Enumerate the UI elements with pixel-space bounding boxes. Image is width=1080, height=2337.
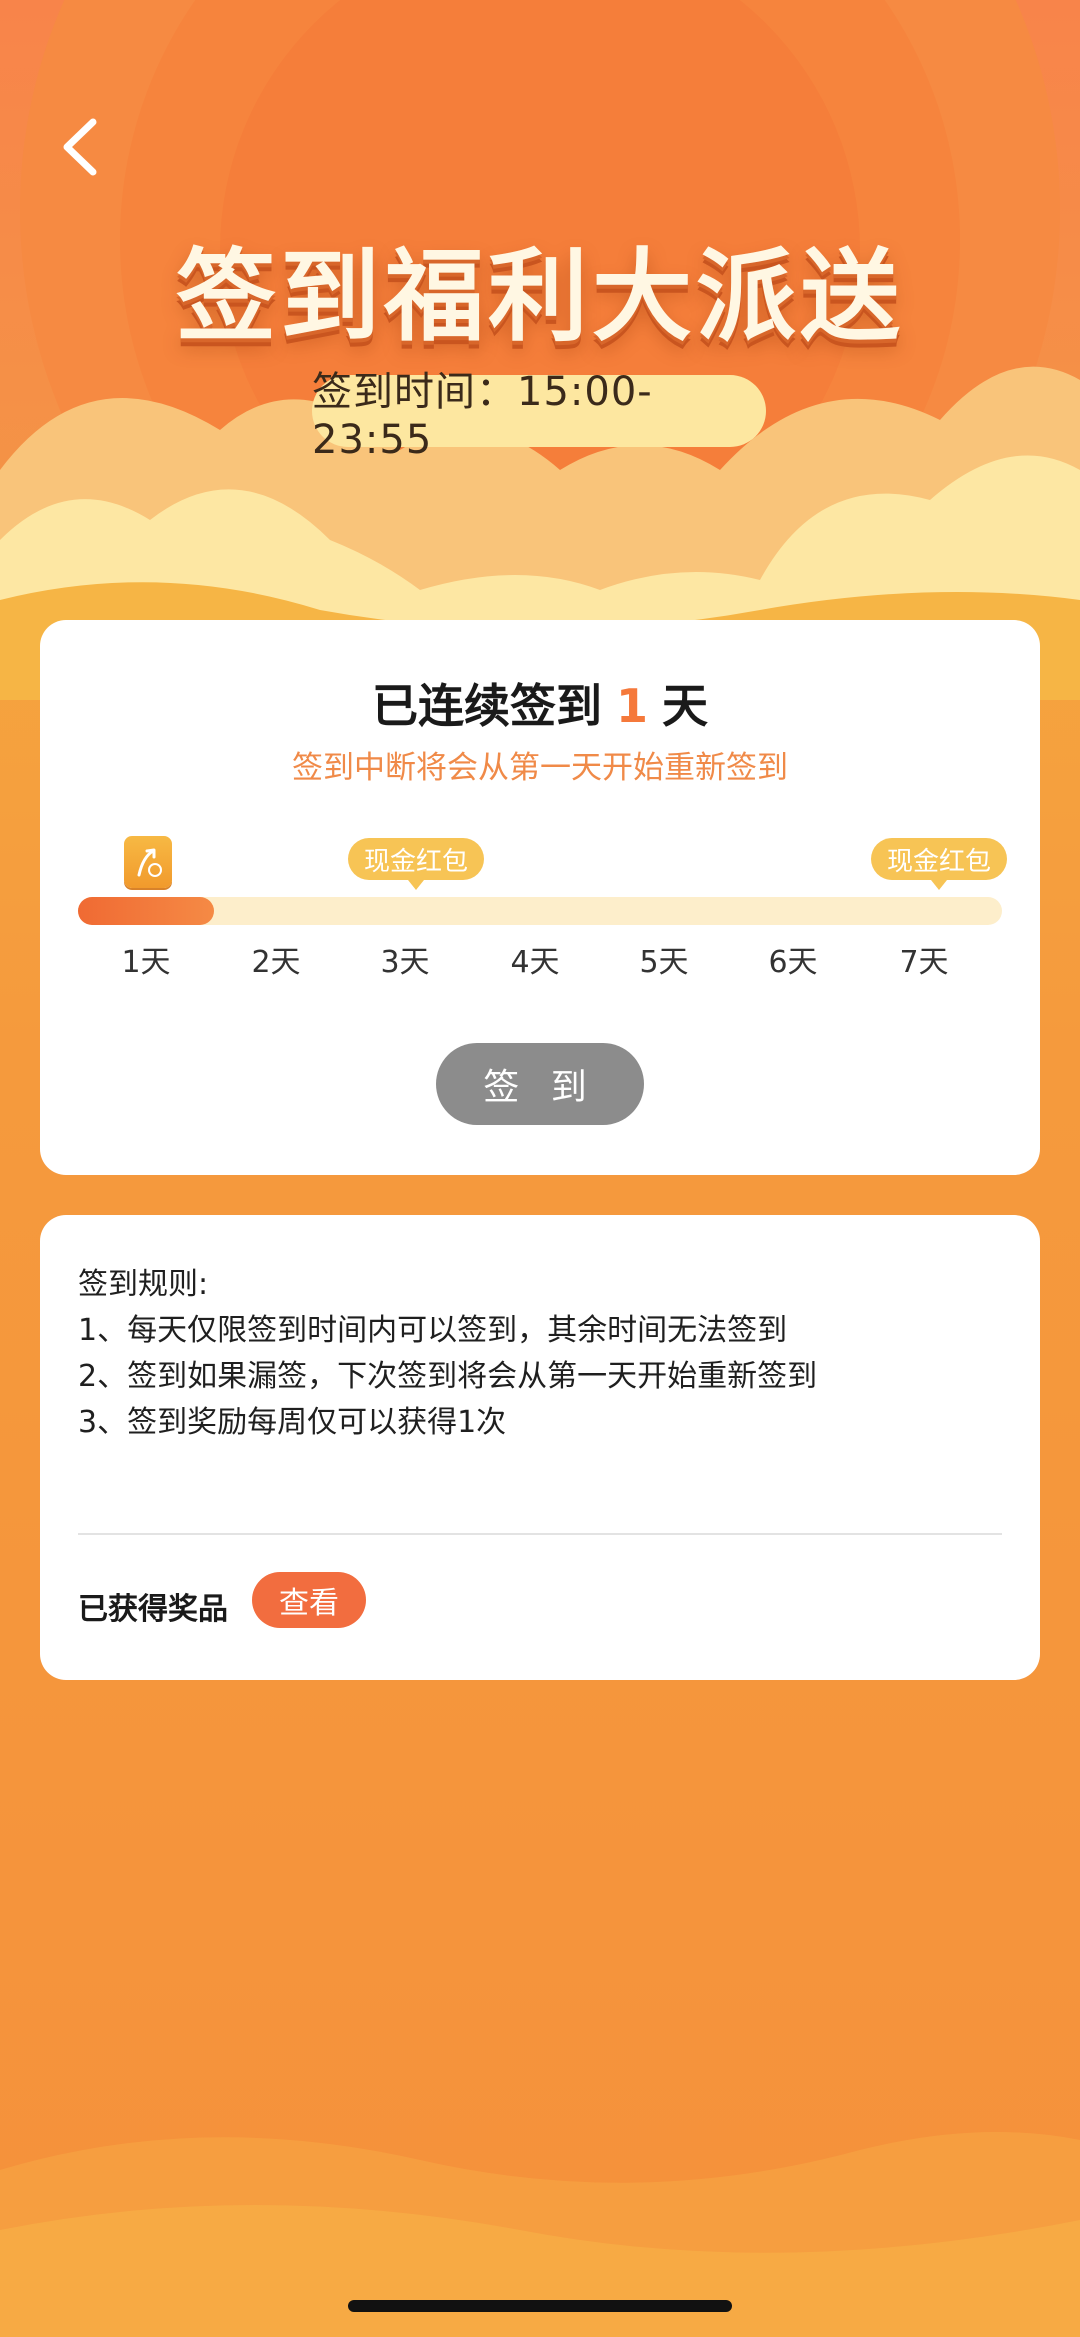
streak-heading: 已连续签到 1 天 bbox=[40, 670, 1040, 736]
day-label: 5天 bbox=[639, 945, 689, 980]
reset-notice: 签到中断将会从第一天开始重新签到 bbox=[292, 750, 788, 786]
progress-fill bbox=[78, 897, 214, 925]
rule-item: 3、签到奖励每周仅可以获得1次 bbox=[78, 1405, 507, 1440]
day-label: 6天 bbox=[768, 945, 818, 980]
day-label: 4天 bbox=[510, 945, 560, 980]
rule-item: 2、签到如果漏签，下次签到将会从第一天开始重新签到 bbox=[78, 1359, 818, 1394]
streak-suffix: 天 bbox=[662, 679, 708, 733]
day-label: 3天 bbox=[380, 945, 430, 980]
home-indicator bbox=[348, 2300, 732, 2312]
prizes-label: 已获得奖品 bbox=[78, 1592, 228, 1627]
milestone-badge-day3: 现金红包 bbox=[348, 838, 485, 890]
progress-track bbox=[78, 897, 1002, 925]
day-label: 1天 bbox=[121, 945, 171, 980]
milestone-badge-day7: 现金红包 bbox=[871, 838, 1008, 890]
divider bbox=[78, 1533, 1002, 1535]
rules-card: 签到规则: 1、每天仅限签到时间内可以签到，其余时间无法签到 2、签到如果漏签，… bbox=[40, 1215, 1040, 1680]
streak-prefix: 已连续签到 bbox=[371, 679, 602, 733]
view-prizes-button[interactable]: 查看 bbox=[252, 1572, 366, 1628]
rules-title: 签到规则: bbox=[78, 1267, 209, 1302]
streak-count: 1 bbox=[615, 679, 648, 733]
checkin-time-badge: 签到时间：15:00-23:55 bbox=[312, 369, 766, 463]
coin-icon bbox=[124, 836, 172, 888]
checkin-button[interactable]: 签 到 bbox=[436, 1043, 644, 1125]
chevron-left-icon bbox=[63, 118, 97, 176]
back-button[interactable] bbox=[44, 112, 114, 182]
day-label: 7天 bbox=[899, 945, 949, 980]
rule-item: 1、每天仅限签到时间内可以签到，其余时间无法签到 bbox=[78, 1313, 788, 1348]
checkin-card: 已连续签到 1 天 签到中断将会从第一天开始重新签到 现金红包 现金红包 1天 2天… bbox=[40, 620, 1040, 1175]
page-title: 签到福利大派送 bbox=[176, 238, 904, 355]
day-label: 2天 bbox=[251, 945, 301, 980]
